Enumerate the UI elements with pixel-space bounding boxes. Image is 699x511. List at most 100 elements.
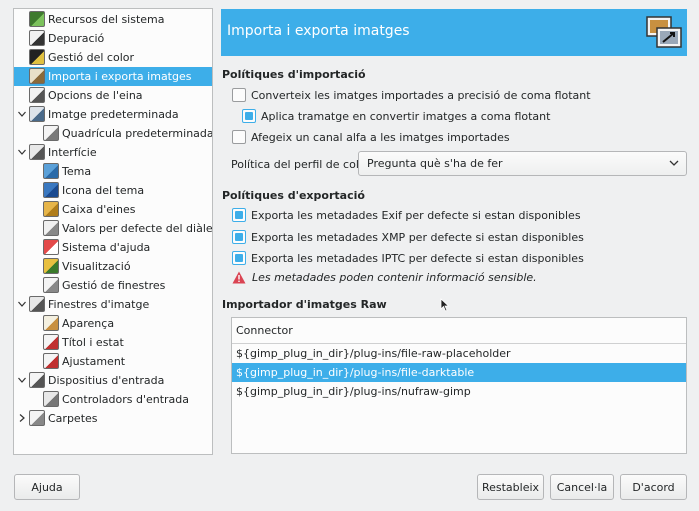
tree-item[interactable]: Finestres d'imatge <box>14 295 212 314</box>
table-row[interactable]: ${gimp_plug_in_dir}/plug-ins/file-raw-pl… <box>232 344 686 363</box>
tree-item[interactable]: Opcions de l'eina <box>14 86 212 105</box>
add-alpha-label: Afegeix un canal alfa a les imatges impo… <box>251 130 510 144</box>
export-iptc-checkbox-row[interactable]: Exporta les metadades IPTC per defecte s… <box>232 251 584 265</box>
tree-item[interactable]: Imatge predeterminada <box>14 105 212 124</box>
tree-item[interactable]: Dispositius d'entrada <box>14 371 212 390</box>
metadata-warning: Les metadades poden contenir informació … <box>232 271 537 284</box>
tree-item[interactable]: Icona del tema <box>14 181 212 200</box>
tree-item-label: Controladors d'entrada <box>62 393 190 406</box>
mouse-cursor-icon <box>440 298 450 312</box>
tree-item[interactable]: Carpetes <box>14 409 212 428</box>
input-controllers-icon <box>43 391 59 407</box>
import-policies-title: Polítiques d'importació <box>222 68 366 81</box>
tree-item-label: Recursos del sistema <box>48 13 165 26</box>
memory-chip-icon <box>29 11 45 27</box>
import-export-icon <box>29 68 45 84</box>
convert-float-label: Converteix les imatges importades a prec… <box>251 88 591 102</box>
tree-item-label: Opcions de l'eina <box>48 89 143 102</box>
appearance-icon <box>43 315 59 331</box>
tree-item[interactable]: Depuració <box>14 29 212 48</box>
tree-item-label: Carpetes <box>48 412 98 425</box>
export-exif-checkbox-row[interactable]: Exporta les metadades Exif per defecte s… <box>232 208 581 222</box>
convert-float-checkbox-row[interactable]: Converteix les imatges importades a prec… <box>232 88 591 102</box>
image-windows-icon <box>29 296 45 312</box>
snapping-icon <box>43 353 59 369</box>
tree-item-label: Gestió del color <box>48 51 135 64</box>
theme-icon <box>43 163 59 179</box>
tree-item-label: Tema <box>62 165 92 178</box>
chevron-down-icon[interactable] <box>17 109 27 119</box>
color-profile-policy-value: Pregunta què s'ha de fer <box>367 157 503 170</box>
table-cell: ${gimp_plug_in_dir}/plug-ins/nufraw-gimp <box>236 385 471 398</box>
tree-item[interactable]: Quadrícula predeterminada <box>14 124 212 143</box>
chevron-right-icon[interactable] <box>17 413 27 423</box>
convert-float-checkbox[interactable] <box>232 88 246 102</box>
tree-item[interactable]: Títol i estat <box>14 333 212 352</box>
tree-item[interactable]: Sistema d'ajuda <box>14 238 212 257</box>
export-policies-title: Polítiques d'exportació <box>222 189 365 202</box>
cancel-button-label: Cancel·la <box>556 480 608 494</box>
help-button-label: Ajuda <box>31 480 63 494</box>
ok-button[interactable]: D'acord <box>620 474 687 500</box>
export-iptc-checkbox[interactable] <box>232 251 246 265</box>
dither-checkbox-row[interactable]: Aplica tramatge en convertir imatges a c… <box>242 109 550 123</box>
table-cell: ${gimp_plug_in_dir}/plug-ins/file-raw-pl… <box>236 347 511 360</box>
column-header-label: Connector <box>236 324 293 337</box>
raw-importer-title: Importador d'imatges Raw <box>222 298 387 311</box>
tree-item[interactable]: Caixa d'eines <box>14 200 212 219</box>
raw-plugin-table[interactable]: Connector ${gimp_plug_in_dir}/plug-ins/f… <box>231 317 687 454</box>
cancel-button[interactable]: Cancel·la <box>550 474 614 500</box>
dither-checkbox[interactable] <box>242 109 256 123</box>
tree-item[interactable]: Recursos del sistema <box>14 10 212 29</box>
tree-item-label: Dispositius d'entrada <box>48 374 165 387</box>
table-row[interactable]: ${gimp_plug_in_dir}/plug-ins/file-darkta… <box>232 363 686 382</box>
tree-item[interactable]: Gestió de finestres <box>14 276 212 295</box>
help-button[interactable]: Ajuda <box>14 474 80 500</box>
tree-item[interactable]: Valors per defecte del diàleg <box>14 219 212 238</box>
tree-item-label: Interfície <box>48 146 97 159</box>
tree-item[interactable]: Interfície <box>14 143 212 162</box>
tree-item-label: Depuració <box>48 32 105 45</box>
tree-item[interactable]: Gestió del color <box>14 48 212 67</box>
export-xmp-checkbox-row[interactable]: Exporta les metadades XMP per defecte si… <box>232 230 584 244</box>
table-cell: ${gimp_plug_in_dir}/plug-ins/file-darkta… <box>236 366 475 379</box>
export-exif-checkbox[interactable] <box>232 208 246 222</box>
tool-options-icon <box>29 87 45 103</box>
color-management-icon <box>29 49 45 65</box>
table-row[interactable]: ${gimp_plug_in_dir}/plug-ins/nufraw-gimp <box>232 382 686 401</box>
default-image-icon <box>29 106 45 122</box>
tree-item[interactable]: Importa i exporta imatges <box>14 67 212 86</box>
column-header-connector[interactable]: Connector <box>232 318 686 344</box>
tree-item-label: Valors per defecte del diàleg <box>62 222 213 235</box>
help-system-icon <box>43 239 59 255</box>
input-devices-icon <box>29 372 45 388</box>
tree-item[interactable]: Controladors d'entrada <box>14 390 212 409</box>
add-alpha-checkbox[interactable] <box>232 130 246 144</box>
chevron-down-icon[interactable] <box>17 375 27 385</box>
tree-item[interactable]: Aparença <box>14 314 212 333</box>
page-header: Importa i exporta imatges <box>221 9 687 56</box>
reset-button-label: Restableix <box>481 480 540 494</box>
tree-item-label: Visualització <box>62 260 131 273</box>
preferences-tree[interactable]: Recursos del sistema Depuració Gestió del … <box>13 8 213 455</box>
tree-item[interactable]: Ajustament <box>14 352 212 371</box>
export-xmp-checkbox[interactable] <box>232 230 246 244</box>
icon-theme-icon <box>43 182 59 198</box>
bug-icon <box>29 30 45 46</box>
export-exif-label: Exporta les metadades Exif per defecte s… <box>251 208 581 222</box>
add-alpha-checkbox-row[interactable]: Afegeix un canal alfa a les imatges impo… <box>232 130 510 144</box>
export-iptc-label: Exporta les metadades IPTC per defecte s… <box>251 251 584 265</box>
tree-item-label: Finestres d'imatge <box>48 298 150 311</box>
title-status-icon <box>43 334 59 350</box>
tree-item-label: Caixa d'eines <box>62 203 136 216</box>
chevron-down-icon[interactable] <box>17 147 27 157</box>
reset-button[interactable]: Restableix <box>477 474 544 500</box>
color-profile-policy-select[interactable]: Pregunta què s'ha de fer <box>358 151 687 176</box>
tree-item[interactable]: Visualització <box>14 257 212 276</box>
tree-item[interactable]: Tema <box>14 162 212 181</box>
chevron-down-icon[interactable] <box>17 299 27 309</box>
import-export-icon <box>646 16 682 48</box>
color-profile-policy-label: Política del perfil de color: <box>231 158 374 171</box>
tree-item-label: Quadrícula predeterminada <box>62 127 213 140</box>
window-management-icon <box>43 277 59 293</box>
